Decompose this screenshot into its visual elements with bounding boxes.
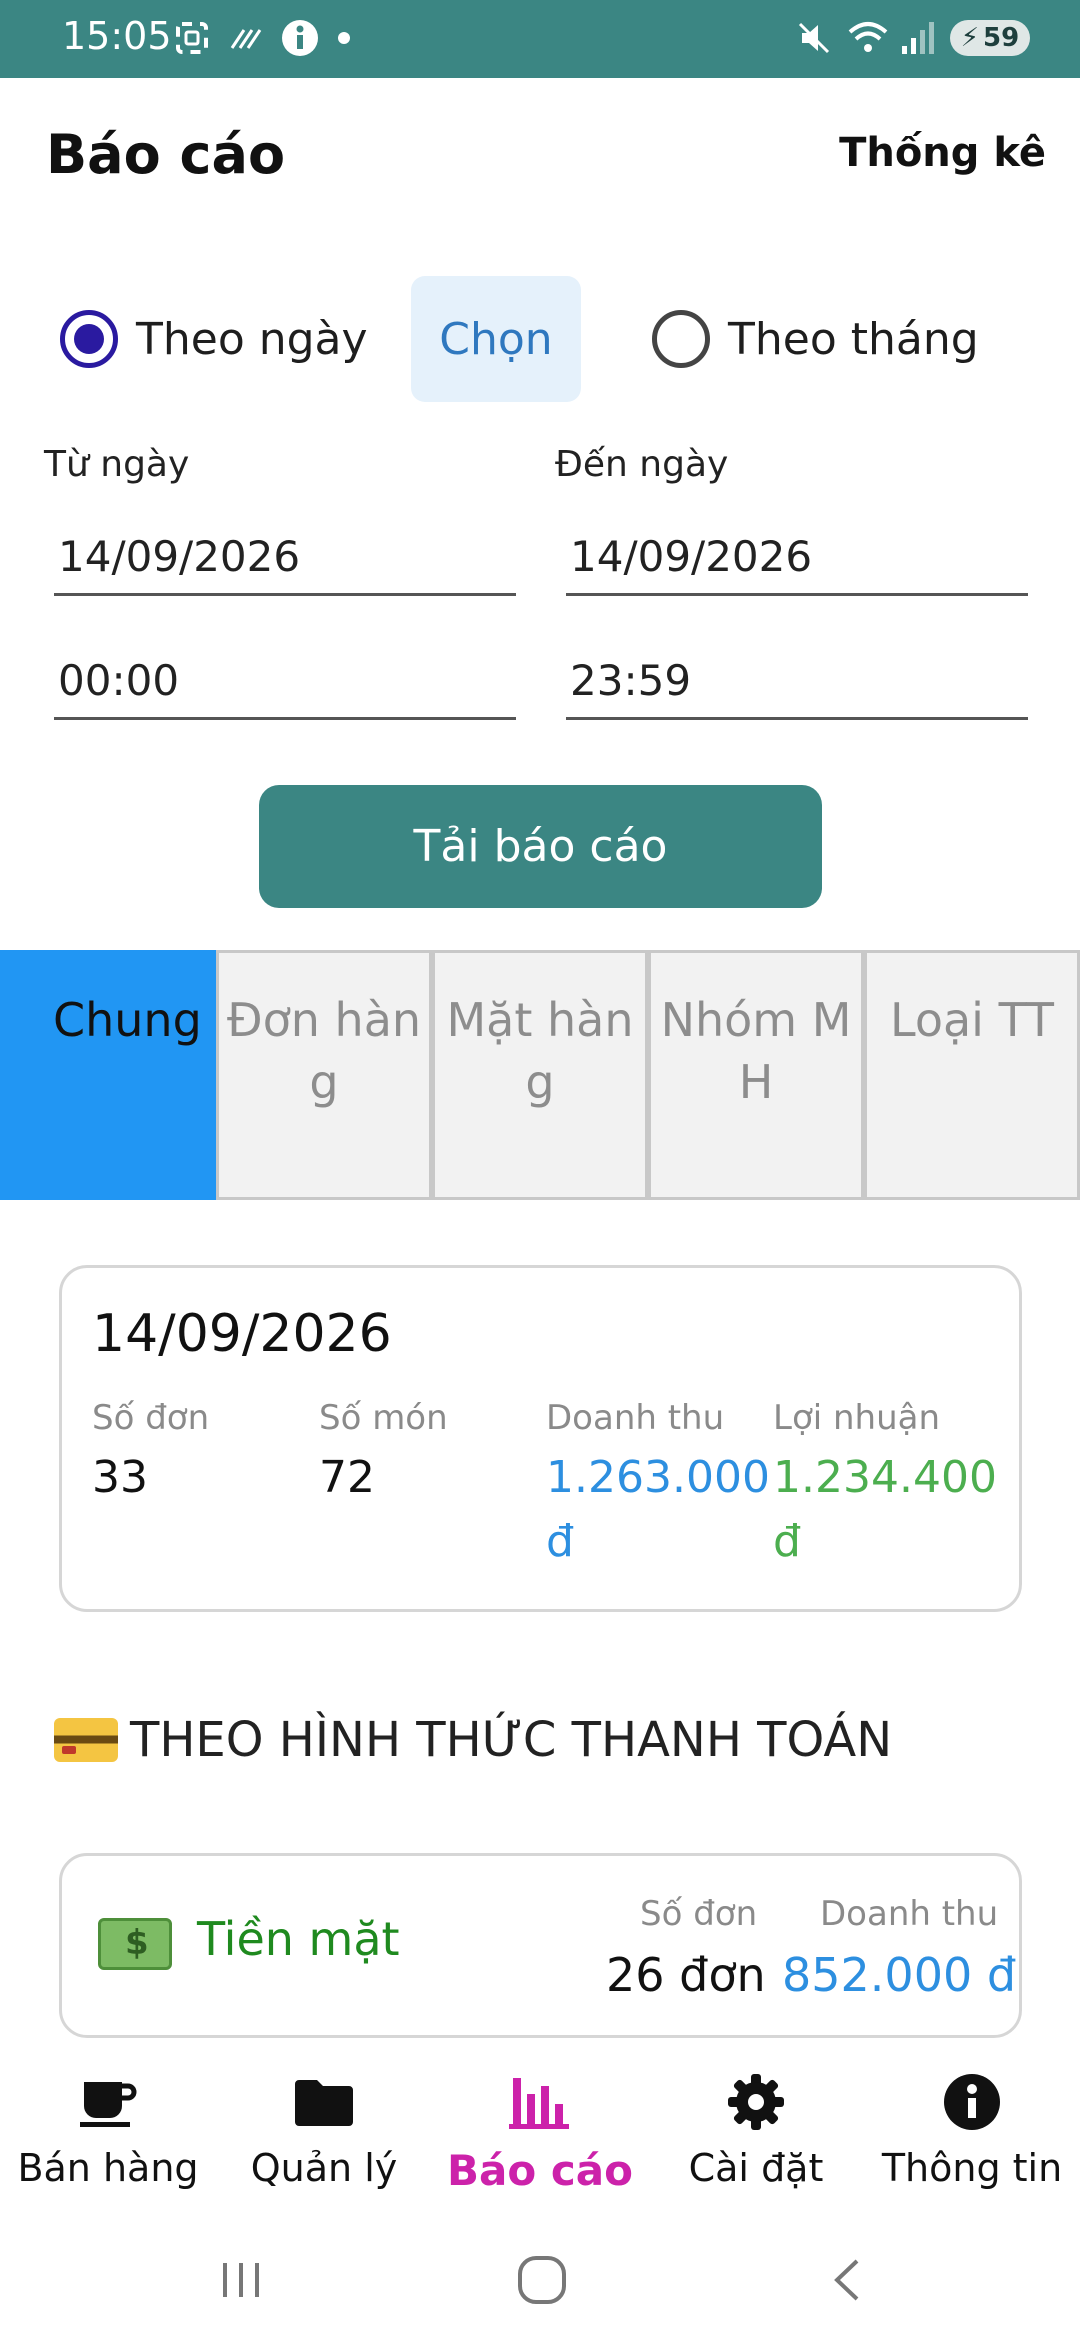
recent-apps-button[interactable] <box>212 2250 272 2310</box>
nfc-icon <box>226 18 266 58</box>
payment-revenue-label: Doanh thu <box>820 1894 999 1934</box>
metric-revenue-value: 1.263.000 đ <box>546 1452 770 1567</box>
tab-items[interactable]: Mặt hàng <box>432 950 648 1200</box>
metric-profit: Lợi nhuận 1.234.400 đ <box>773 1398 1001 1574</box>
choose-button[interactable]: Chọn <box>411 276 581 402</box>
tab-item-groups[interactable]: Nhóm MH <box>648 950 864 1200</box>
system-navigation <box>0 2220 1080 2340</box>
battery-bolt-icon: ⚡ <box>960 23 980 53</box>
radio-monthly-label: Theo tháng <box>728 313 979 365</box>
nav-info[interactable]: Thông tin <box>864 2060 1080 2220</box>
info-icon <box>940 2070 1004 2134</box>
battery-indicator: ⚡ 59 <box>950 20 1030 56</box>
payment-orders-label: Số đơn <box>640 1894 758 1934</box>
metric-profit-label: Lợi nhuận <box>773 1398 941 1438</box>
folder-icon <box>292 2070 356 2134</box>
payment-section-title: THEO HÌNH THỨC THANH TOÁN <box>54 1712 892 1768</box>
nav-sales[interactable]: Bán hàng <box>0 2060 216 2220</box>
to-time-field[interactable]: 23:59 <box>566 642 1028 720</box>
nav-info-label: Thông tin <box>881 2146 1063 2190</box>
home-button[interactable] <box>512 2250 572 2310</box>
from-date-label: Từ ngày <box>44 444 190 485</box>
payment-method-card[interactable]: Tiền mặt Số đơn 26 đơn Doanh thu 852.000… <box>59 1853 1022 2038</box>
gear-icon <box>724 2070 788 2134</box>
signal-icon <box>898 18 938 58</box>
from-time-field[interactable]: 00:00 <box>54 642 516 720</box>
metric-items-label: Số món <box>319 1398 448 1438</box>
nav-reports[interactable]: Báo cáo <box>432 2060 648 2220</box>
status-time: 15:05 <box>62 14 172 58</box>
coffee-cup-icon <box>76 2070 140 2134</box>
payment-section-title-text: THEO HÌNH THỨC THANH TOÁN <box>130 1712 893 1768</box>
status-bar: 15:05 ⚡ 59 <box>0 0 1080 78</box>
summary-date: 14/09/2026 <box>92 1304 392 1364</box>
nav-reports-label: Báo cáo <box>447 2146 633 2195</box>
report-tabs: Chung Đơn hàng Mặt hàng Nhóm MH Loại TT <box>0 950 1080 1200</box>
bar-chart-icon <box>508 2070 572 2134</box>
summary-card: 14/09/2026 Số đơn 33 Số món 72 Doanh thu… <box>59 1265 1022 1612</box>
tab-orders[interactable]: Đơn hàng <box>216 950 432 1200</box>
screenshot-icon <box>172 18 212 58</box>
to-date-field[interactable]: 14/09/2026 <box>566 518 1028 596</box>
nav-sales-label: Bán hàng <box>17 2146 199 2190</box>
info-status-icon <box>280 18 320 58</box>
dot-icon <box>334 18 374 58</box>
nav-settings[interactable]: Cài đặt <box>648 2060 864 2220</box>
radio-monthly[interactable]: Theo tháng <box>652 310 979 368</box>
radio-checked-icon <box>60 310 118 368</box>
to-date-label: Đến ngày <box>555 444 729 485</box>
radio-daily[interactable]: Theo ngày <box>60 310 368 368</box>
nav-manage-label: Quản lý <box>250 2146 398 2190</box>
radio-daily-label: Theo ngày <box>136 313 368 365</box>
period-selector: Theo ngày Chọn Theo tháng <box>0 272 1080 402</box>
metric-profit-value: 1.234.400 đ <box>773 1452 997 1567</box>
bottom-navigation: Bán hàng Quản lý Báo cáo Cài đặt Thông t… <box>0 2060 1080 2220</box>
metric-items: Số món 72 <box>319 1398 539 1510</box>
page-title: Báo cáo <box>46 123 286 186</box>
nav-settings-label: Cài đặt <box>688 2146 824 2190</box>
payment-orders-value: 26 đơn <box>606 1948 766 2002</box>
payment-method-name: Tiền mặt <box>197 1912 400 1966</box>
from-date-field[interactable]: 14/09/2026 <box>54 518 516 596</box>
nav-manage[interactable]: Quản lý <box>216 2060 432 2220</box>
back-button[interactable] <box>818 2250 878 2310</box>
metric-revenue-label: Doanh thu <box>546 1398 725 1438</box>
tab-general[interactable]: Chung <box>0 950 216 1200</box>
tab-payment-types[interactable]: Loại TT <box>864 950 1080 1200</box>
wifi-icon <box>846 18 888 58</box>
statistics-link[interactable]: Thống kê <box>839 130 1046 176</box>
status-right-icons: ⚡ 59 <box>794 18 1030 58</box>
battery-level: 59 <box>983 23 1020 53</box>
radio-unchecked-icon <box>652 310 710 368</box>
payment-revenue-value: 852.000 đ <box>782 1948 1017 2002</box>
cash-icon <box>98 1918 172 1970</box>
mute-icon <box>794 18 834 58</box>
metric-orders: Số đơn 33 <box>92 1398 312 1510</box>
metric-orders-label: Số đơn <box>92 1398 210 1438</box>
load-report-button[interactable]: Tải báo cáo <box>259 785 822 908</box>
status-left-icons <box>172 18 374 58</box>
metric-revenue: Doanh thu 1.263.000 đ <box>546 1398 774 1574</box>
metric-orders-value: 33 <box>92 1452 148 1503</box>
metric-items-value: 72 <box>319 1452 375 1503</box>
credit-card-icon <box>54 1718 118 1762</box>
app-header: Báo cáo Thống kê <box>0 78 1080 228</box>
